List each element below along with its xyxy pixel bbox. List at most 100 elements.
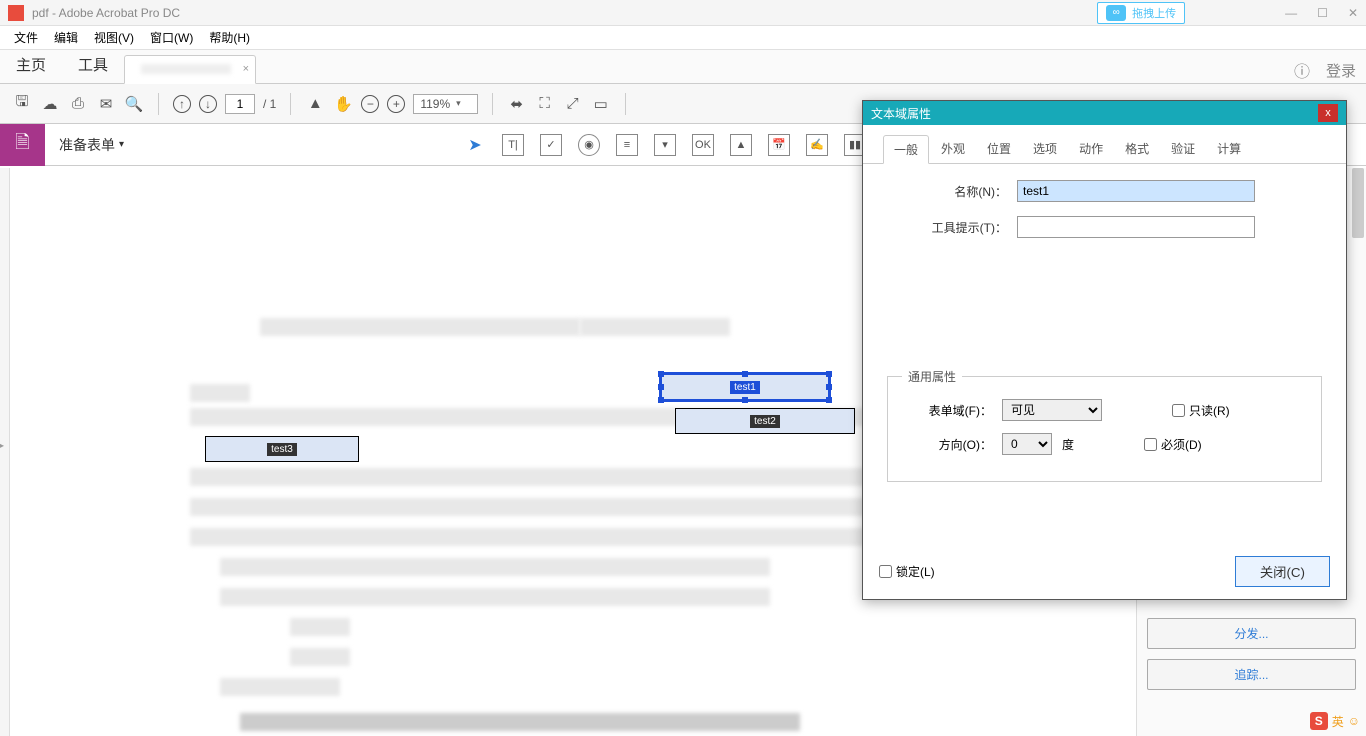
form-field-tools: ➤ T| ✓ ◉ ≡ ▾ OK ▲ 📅 ✍ ▮▮ xyxy=(464,134,866,156)
blurred-text xyxy=(190,498,890,516)
button-tool-icon[interactable]: OK xyxy=(692,134,714,156)
blurred-text xyxy=(260,318,580,336)
drag-upload-button[interactable]: ∞ 拖拽上传 xyxy=(1097,2,1185,24)
tab-calculate[interactable]: 计算 xyxy=(1207,135,1251,163)
tooltip-input[interactable] xyxy=(1017,216,1255,238)
text-field-properties-dialog: 文本域属性 x 一般 外观 位置 选项 动作 格式 验证 计算 名称(N)： 工… xyxy=(862,100,1347,600)
formfield-select[interactable]: 可见 xyxy=(1002,399,1102,421)
tab-position[interactable]: 位置 xyxy=(977,135,1021,163)
menu-view[interactable]: 视图(V) xyxy=(88,27,140,48)
dialog-footer: 锁定(L) 关闭(C) xyxy=(879,556,1330,587)
tab-actions[interactable]: 动作 xyxy=(1069,135,1113,163)
print-icon[interactable]: ⎙ xyxy=(68,94,88,114)
name-input[interactable] xyxy=(1017,180,1255,202)
tab-validate[interactable]: 验证 xyxy=(1161,135,1205,163)
tab-general[interactable]: 一般 xyxy=(883,135,929,164)
date-tool-icon[interactable]: 📅 xyxy=(768,134,790,156)
formfield-label: 表单域(F)： xyxy=(902,402,992,419)
dialog-tabs: 一般 外观 位置 选项 动作 格式 验证 计算 xyxy=(863,125,1346,164)
form-field-test2[interactable]: test2 xyxy=(675,408,855,434)
zoom-in-icon[interactable]: + xyxy=(387,95,405,113)
blurred-text xyxy=(190,528,890,546)
cloud-icon: ∞ xyxy=(1106,5,1126,21)
prepare-form-dropdown[interactable]: 准备表单▾ xyxy=(45,135,138,155)
form-field-test1[interactable]: test1 xyxy=(660,373,830,401)
menu-window[interactable]: 窗口(W) xyxy=(144,27,199,48)
image-tool-icon[interactable]: ▲ xyxy=(730,134,752,156)
tab-options[interactable]: 选项 xyxy=(1023,135,1067,163)
page-up-icon[interactable]: ↑ xyxy=(173,95,191,113)
blurred-filename xyxy=(141,64,231,74)
common-properties-fieldset: 通用属性 表单域(F)： 可见 只读(R) 方向(O)： 0 度 必须(D) xyxy=(887,368,1322,482)
zoom-select[interactable]: 119% xyxy=(413,94,477,114)
document-tab[interactable]: × xyxy=(124,55,256,84)
close-tab-icon[interactable]: × xyxy=(243,63,249,75)
degree-label: 度 xyxy=(1062,436,1074,453)
left-navigation-rail[interactable]: ▸ xyxy=(0,168,10,736)
blurred-text xyxy=(190,468,890,486)
dialog-close-icon[interactable]: x xyxy=(1318,104,1338,122)
minimize-button[interactable]: — xyxy=(1285,6,1297,20)
save-icon[interactable]: 🖫 xyxy=(12,94,32,114)
form-field-test3[interactable]: test3 xyxy=(205,436,359,462)
ime-indicator[interactable]: S 英 ☺ xyxy=(1310,712,1360,730)
dropdown-tool-icon[interactable]: ▾ xyxy=(654,134,676,156)
radio-tool-icon[interactable]: ◉ xyxy=(578,134,600,156)
direction-select[interactable]: 0 xyxy=(1002,433,1052,455)
dialog-titlebar[interactable]: 文本域属性 x xyxy=(863,101,1346,125)
maximize-button[interactable]: ☐ xyxy=(1317,6,1328,20)
search-icon[interactable]: 🔍 xyxy=(124,94,144,114)
field-label: test3 xyxy=(267,443,297,456)
pointer-tool-icon[interactable]: ▲ xyxy=(305,94,325,114)
blurred-text xyxy=(220,678,340,696)
zoom-out-icon[interactable]: − xyxy=(361,95,379,113)
field-label: test1 xyxy=(730,381,760,394)
login-link[interactable]: 登录 xyxy=(1326,60,1356,81)
email-icon[interactable]: ✉ xyxy=(96,94,116,114)
scrollbar-thumb[interactable] xyxy=(1352,168,1364,238)
prepare-form-icon[interactable]: 🗎 xyxy=(0,124,45,166)
select-tool-icon[interactable]: ➤ xyxy=(464,134,486,156)
dialog-title: 文本域属性 xyxy=(871,105,931,122)
window-controls: — ☐ ✕ xyxy=(1285,6,1358,20)
fit-width-icon[interactable]: ⬌ xyxy=(507,94,527,114)
text-field-tool-icon[interactable]: T| xyxy=(502,134,524,156)
cloud-save-icon[interactable]: ☁ xyxy=(40,94,60,114)
list-tool-icon[interactable]: ≡ xyxy=(616,134,638,156)
blurred-text xyxy=(580,318,730,336)
fit-page-icon[interactable]: ⛶ xyxy=(535,94,555,114)
tabbar: 主页 工具 × ⓘ 登录 xyxy=(0,50,1366,84)
hand-tool-icon[interactable]: ✋ xyxy=(333,94,353,114)
signature-tool-icon[interactable]: ✍ xyxy=(806,134,828,156)
close-button[interactable]: 关闭(C) xyxy=(1235,556,1330,587)
menubar: 文件 编辑 视图(V) 窗口(W) 帮助(H) xyxy=(0,26,1366,50)
menu-edit[interactable]: 编辑 xyxy=(48,27,84,48)
distribute-button[interactable]: 分发... xyxy=(1147,618,1356,649)
app-icon xyxy=(8,5,24,21)
blurred-text xyxy=(220,588,770,606)
menu-file[interactable]: 文件 xyxy=(8,27,44,48)
sogou-icon: S xyxy=(1310,712,1328,730)
tab-tools[interactable]: 工具 xyxy=(62,46,124,83)
tab-home[interactable]: 主页 xyxy=(0,46,62,83)
common-properties-legend: 通用属性 xyxy=(902,368,962,385)
reading-mode-icon[interactable]: ▭ xyxy=(591,94,611,114)
page-number-input[interactable] xyxy=(225,94,255,114)
track-button[interactable]: 追踪... xyxy=(1147,659,1356,690)
ime-lang: 英 xyxy=(1332,713,1344,730)
help-icon[interactable]: ⓘ xyxy=(1294,58,1310,82)
menu-help[interactable]: 帮助(H) xyxy=(203,27,256,48)
blurred-text xyxy=(290,648,350,666)
window-title: pdf - Adobe Acrobat Pro DC xyxy=(32,6,1097,20)
field-label: test2 xyxy=(750,415,780,428)
checkbox-tool-icon[interactable]: ✓ xyxy=(540,134,562,156)
fullscreen-icon[interactable]: ⤢ xyxy=(563,94,583,114)
page-down-icon[interactable]: ↓ xyxy=(199,95,217,113)
tab-appearance[interactable]: 外观 xyxy=(931,135,975,163)
locked-checkbox[interactable]: 锁定(L) xyxy=(879,563,935,580)
readonly-checkbox[interactable]: 只读(R) xyxy=(1172,402,1230,419)
left-rail-expand-icon[interactable]: ▸ xyxy=(0,438,4,452)
required-checkbox[interactable]: 必须(D) xyxy=(1144,436,1202,453)
tab-format[interactable]: 格式 xyxy=(1115,135,1159,163)
close-window-button[interactable]: ✕ xyxy=(1348,6,1358,20)
